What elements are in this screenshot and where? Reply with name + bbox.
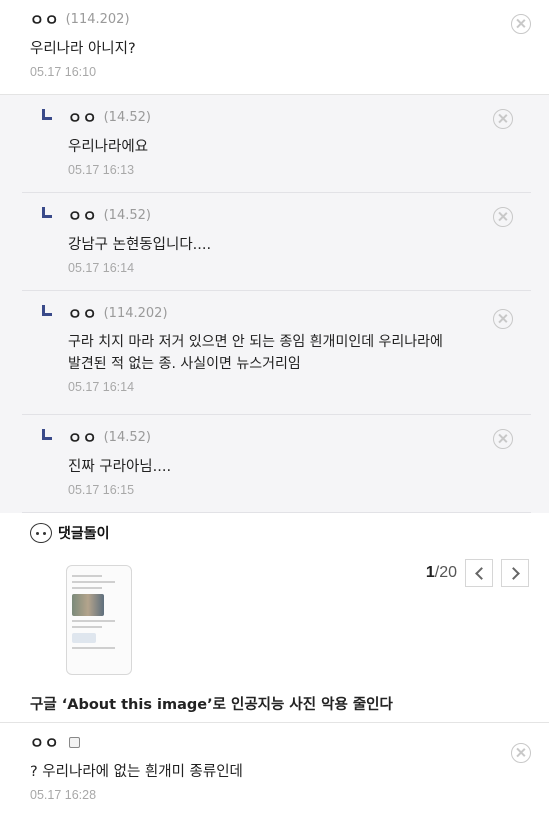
comment-date: 05.17 16:10 — [30, 65, 97, 80]
comment-item: ㅇㅇ (114.202) 우리나라 아니지? 05.17 16:10 — [0, 0, 549, 95]
close-circle-icon[interactable] — [493, 207, 513, 227]
reply-text: 강남구 논현동입니다.... — [68, 237, 212, 253]
close-circle-icon[interactable] — [493, 309, 513, 329]
close-circle-icon[interactable] — [511, 14, 531, 34]
reply-list: ㅇㅇ (14.52) 우리나라에요 05.17 16:13 ㅇㅇ (14.52)… — [0, 95, 549, 513]
reply-nickname[interactable]: ㅇㅇ — [68, 303, 98, 324]
comment-date: 05.17 16:28 — [30, 788, 97, 803]
comment-nickname[interactable]: ㅇㅇ — [30, 732, 60, 753]
close-circle-icon[interactable] — [493, 109, 513, 129]
reply-item: ㅇㅇ (14.52) 진짜 구라아님.... 05.17 16:15 — [22, 415, 531, 513]
close-circle-icon[interactable] — [511, 743, 531, 763]
reply-ip: (14.52) — [103, 110, 151, 125]
reply-text: 우리나라에요 — [68, 139, 149, 155]
reply-ip: (14.52) — [103, 430, 151, 445]
reply-nickname[interactable]: ㅇㅇ — [68, 107, 98, 128]
pager-current: 1 — [425, 564, 435, 581]
reply-text-line: 발견된 적 없는 종. 사실이면 뉴스거리임 — [68, 355, 301, 372]
reply-nickname[interactable]: ㅇㅇ — [68, 205, 98, 226]
comment-text: ? 우리나라에 없는 흰개미 종류인데 — [30, 764, 243, 780]
dc-bot-section: 댓글돌이 1/20 구글 ‘About this image’로 인공지능 사진… — [0, 513, 549, 723]
reply-arrow-icon — [42, 207, 52, 218]
dc-bot-header: 댓글돌이 — [30, 523, 531, 543]
reply-text-line: 구라 치지 마라 저거 있으면 안 되는 종임 흰개미인데 우리나라에 — [68, 334, 443, 350]
dc-bot-title: 댓글돌이 — [58, 526, 110, 542]
reply-date: 05.17 16:13 — [68, 163, 135, 178]
reply-item: ㅇㅇ (14.52) 우리나라에요 05.17 16:13 — [22, 95, 531, 193]
reply-ip: (114.202) — [103, 306, 168, 321]
chevron-right-icon — [506, 566, 520, 580]
news-title-link[interactable]: 구글 ‘About this image’로 인공지능 사진 악용 줄인다 — [30, 693, 393, 714]
comment-ip: (114.202) — [65, 12, 130, 27]
reply-text: 진짜 구라아님.... — [68, 459, 172, 475]
memo-icon — [68, 737, 80, 748]
reply-date: 05.17 16:14 — [68, 261, 135, 276]
comment-nickname[interactable]: ㅇㅇ — [30, 9, 60, 30]
comment-header: ㅇㅇ — [30, 732, 531, 753]
next-button[interactable] — [501, 559, 529, 587]
reply-item: ㅇㅇ (14.52) 강남구 논현동입니다.... 05.17 16:14 — [22, 193, 531, 291]
reply-arrow-icon — [42, 305, 52, 316]
news-thumbnail[interactable] — [66, 565, 132, 675]
comment-text: 우리나라 아니지? — [30, 41, 136, 57]
reply-date: 05.17 16:15 — [68, 483, 135, 498]
chevron-left-icon — [474, 566, 488, 580]
comment-header: ㅇㅇ (114.202) — [30, 9, 531, 30]
reply-date: 05.17 16:14 — [68, 380, 135, 395]
pager-indicator: 1/20 — [426, 564, 457, 582]
close-circle-icon[interactable] — [493, 429, 513, 449]
pager-total: /20 — [434, 564, 457, 581]
reply-ip: (14.52) — [103, 208, 151, 223]
dcinside-face-icon — [30, 523, 52, 543]
reply-arrow-icon — [42, 429, 52, 440]
reply-text: 구라 치지 마라 저거 있으면 안 되는 종임 흰개미인데 우리나라에 발견된 … — [68, 332, 511, 375]
prev-button[interactable] — [465, 559, 493, 587]
reply-arrow-icon — [42, 109, 52, 120]
comment-item: ㅇㅇ ? 우리나라에 없는 흰개미 종류인데 05.17 16:28 — [0, 723, 549, 811]
pager: 1/20 — [426, 559, 529, 587]
reply-nickname[interactable]: ㅇㅇ — [68, 427, 98, 448]
reply-item: ㅇㅇ (114.202) 구라 치지 마라 저거 있으면 안 되는 종임 흰개미… — [22, 291, 531, 415]
